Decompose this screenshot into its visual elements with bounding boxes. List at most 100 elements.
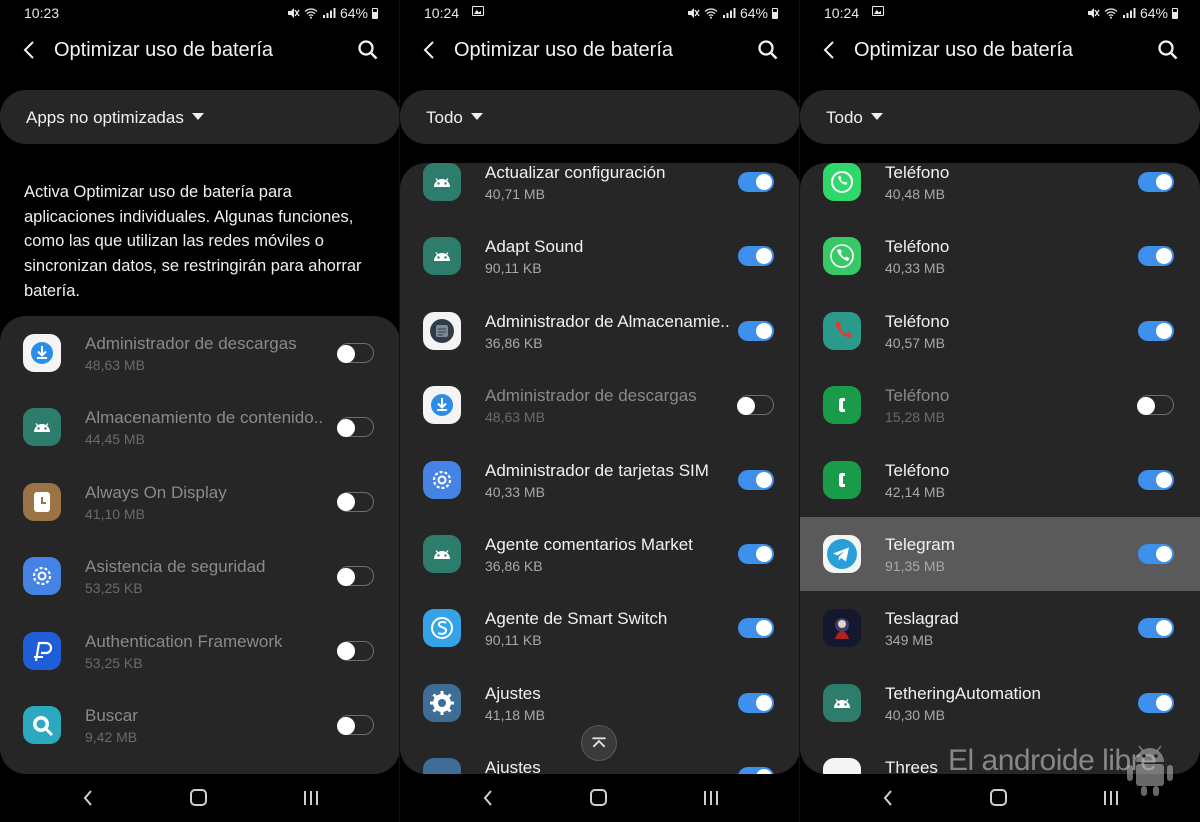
signal-icon [722, 8, 736, 18]
nav-back-icon[interactable] [80, 788, 96, 808]
list-item[interactable]: Teléfono 40,33 MB [800, 219, 1200, 293]
app-size: 48,63 MB [85, 357, 145, 373]
list-item[interactable]: Asistencia de seguridad 53,25 KB [0, 539, 400, 613]
optimize-toggle[interactable] [738, 320, 774, 341]
optimize-toggle[interactable] [337, 640, 374, 661]
list-item[interactable]: Agente de Smart Switch 90,11 KB [400, 591, 800, 665]
optimize-toggle[interactable] [1138, 544, 1174, 564]
optimize-toggle[interactable] [738, 618, 774, 639]
wifi-icon [304, 8, 318, 19]
app-name: Agente de Smart Switch [485, 609, 668, 629]
filter-dropdown[interactable]: Apps no optimizadas [0, 90, 400, 144]
list-item[interactable]: Administrador de Almacenamie.. 36,86 KB [400, 294, 800, 368]
nav-recents-icon[interactable] [1102, 790, 1120, 806]
app-name: Adapt Sound [485, 237, 584, 257]
app-name: Teléfono [885, 237, 950, 257]
page-title: Optimizar uso de batería [54, 39, 273, 61]
filter-dropdown[interactable]: Todo [800, 90, 1200, 144]
gallery-notification-icon [472, 6, 484, 16]
list-item[interactable]: Actualizar configuración 40,71 MB [400, 163, 800, 219]
dropdown-caret-icon [191, 113, 204, 120]
optimize-toggle[interactable] [1138, 618, 1174, 639]
optimize-toggle[interactable] [337, 566, 374, 587]
back-arrow-icon[interactable] [418, 38, 442, 62]
app-name: Always On Display [85, 482, 227, 502]
battery-percent: 64% [339, 5, 368, 21]
optimize-toggle[interactable] [1138, 246, 1174, 267]
status-icons: 64% [286, 5, 378, 21]
app-bar: Optimizar uso de batería [0, 30, 400, 74]
list-item[interactable]: Teléfono 40,57 MB [800, 294, 1200, 368]
status-bar: 10:24 64% [800, 0, 1200, 26]
search-icon[interactable] [756, 38, 780, 62]
nav-home-icon[interactable] [590, 789, 607, 806]
list-item[interactable]: Teléfono 42,14 MB [800, 443, 1200, 517]
app-bar: Optimizar uso de batería [800, 30, 1200, 74]
mute-icon [287, 8, 300, 18]
optimize-toggle[interactable] [738, 172, 774, 192]
optimize-toggle[interactable] [737, 395, 774, 416]
app-list: Administrador de descargas 48,63 MB Alma… [0, 316, 400, 774]
gallery-notification-icon [872, 6, 884, 16]
back-arrow-icon[interactable] [18, 38, 42, 62]
description-text: Activa Optimizar uso de batería para apl… [24, 183, 362, 300]
scroll-to-top-button[interactable] [581, 725, 617, 761]
app-bar: Optimizar uso de batería [400, 30, 800, 74]
app-name: Authentication Framework [85, 631, 283, 651]
app-size: 44,45 MB [85, 431, 145, 448]
status-time: 10:24 [424, 5, 460, 21]
list-item[interactable]: Buscar 9,42 MB [0, 688, 400, 762]
smart-switch-icon [423, 609, 461, 648]
optimize-toggle[interactable] [337, 343, 374, 363]
optimize-toggle[interactable] [1138, 320, 1174, 341]
app-size: 48,63 MB [485, 409, 545, 426]
optimize-toggle[interactable] [337, 491, 374, 512]
nav-back-icon[interactable] [880, 788, 896, 808]
list-item[interactable]: Adapt Sound 90,11 KB [400, 219, 800, 293]
nav-recents-icon[interactable] [702, 790, 720, 806]
search-icon[interactable] [1156, 38, 1180, 62]
optimize-toggle[interactable] [1138, 469, 1174, 490]
list-item[interactable]: Always On Display 41,10 MB [0, 465, 400, 539]
list-item[interactable]: TetheringAutomation 40,30 MB [800, 666, 1200, 740]
list-item[interactable]: Administrador de descargas 48,63 MB [0, 316, 400, 390]
optimize-toggle[interactable] [1137, 395, 1174, 416]
back-arrow-icon[interactable] [818, 38, 842, 62]
android-icon [23, 408, 61, 447]
app-name: TetheringAutomation [885, 683, 1041, 703]
optimize-toggle[interactable] [337, 715, 374, 735]
nav-recents-icon[interactable] [302, 790, 320, 806]
list-item[interactable]: Almacenamiento de contenido.. 44,45 MB [0, 390, 400, 464]
android-icon [823, 683, 861, 722]
wifi-icon [1104, 8, 1118, 19]
nav-back-icon[interactable] [480, 788, 496, 808]
app-size: 40,48 MB [885, 186, 945, 202]
nav-home-icon[interactable] [190, 789, 207, 806]
list-item[interactable]: Teslagrad 349 MB [800, 591, 1200, 665]
status-time: 10:24 [824, 5, 860, 21]
filter-label: Apps no optimizadas [26, 108, 204, 128]
optimize-toggle[interactable] [738, 692, 774, 713]
list-item[interactable]: Teléfono 40,48 MB [800, 163, 1200, 219]
optimize-toggle[interactable] [738, 246, 774, 267]
nav-home-icon[interactable] [990, 789, 1007, 806]
phone-screen-2: 10:24 64% Optimizar uso de batería Todo … [400, 0, 800, 822]
list-item[interactable]: Authentication Framework 53,25 KB [0, 614, 400, 688]
app-size: 40,30 MB [885, 706, 945, 723]
optimize-toggle[interactable] [738, 767, 774, 774]
list-item[interactable]: Administrador de descargas 48,63 MB [400, 368, 800, 442]
app-name: Teléfono [885, 460, 950, 480]
optimize-toggle[interactable] [1138, 692, 1174, 713]
phone-icon [823, 237, 861, 276]
page-title: Optimizar uso de batería [854, 39, 1073, 61]
list-item-selected[interactable]: Telegram 91,35 MB [800, 517, 1200, 592]
optimize-toggle[interactable] [337, 417, 374, 438]
filter-dropdown[interactable]: Todo [400, 90, 800, 144]
optimize-toggle[interactable] [738, 469, 774, 490]
list-item[interactable]: Agente comentarios Market 36,86 KB [400, 517, 800, 591]
list-item[interactable]: Teléfono 15,28 MB [800, 368, 1200, 442]
search-icon[interactable] [356, 38, 380, 62]
optimize-toggle[interactable] [1138, 172, 1174, 192]
optimize-toggle[interactable] [738, 544, 774, 564]
list-item[interactable]: Administrador de tarjetas SIM 40,33 MB [400, 443, 800, 517]
